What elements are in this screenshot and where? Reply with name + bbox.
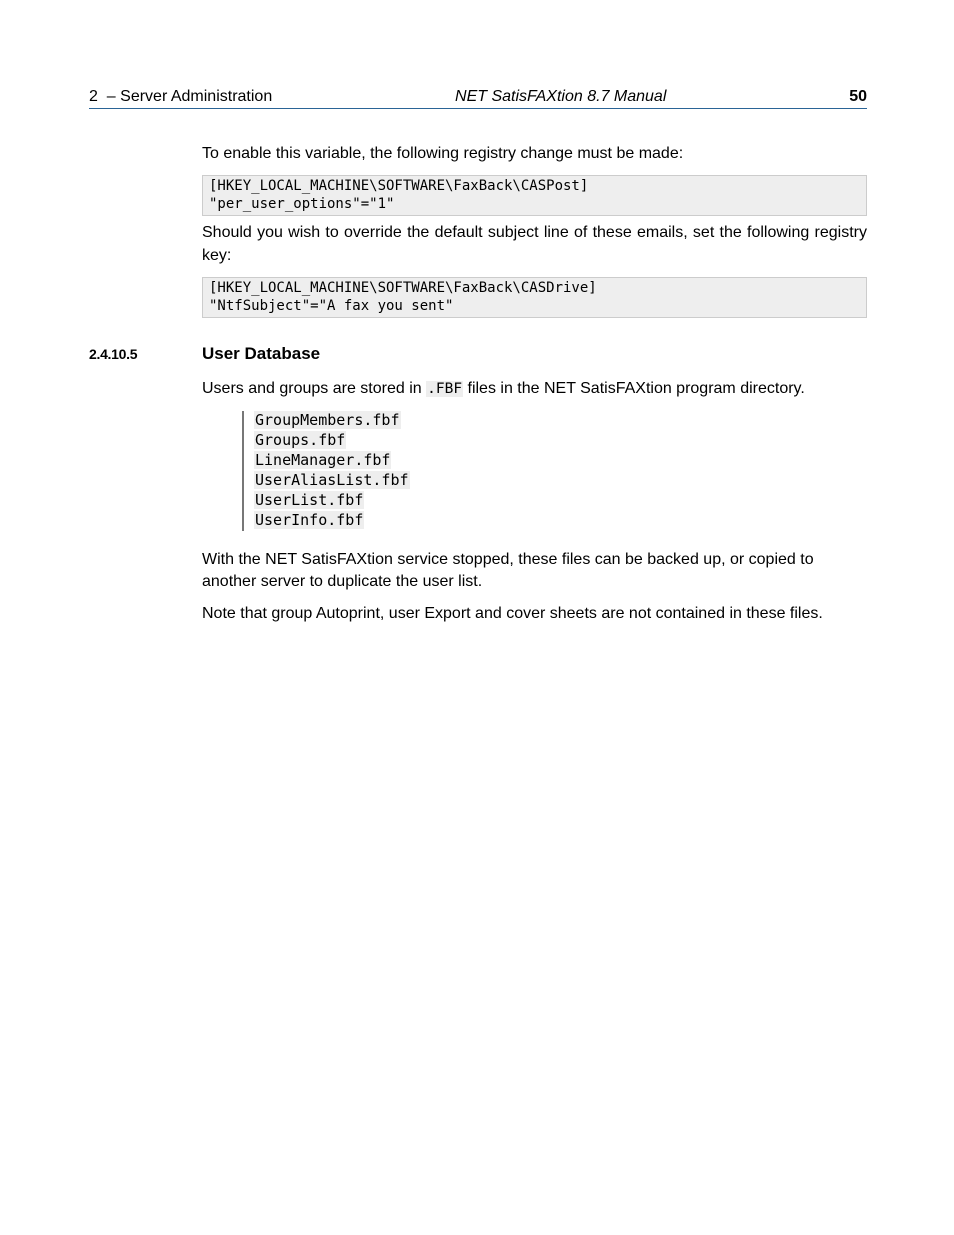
paragraph: Users and groups are stored in .FBF file… xyxy=(202,378,867,400)
filename: LineManager.fbf xyxy=(254,451,391,470)
page-header: 2 – Server Administration NET SatisFAXti… xyxy=(89,88,867,109)
filename: UserList.fbf xyxy=(254,491,364,510)
inline-code: .FBF xyxy=(426,381,463,397)
filename: GroupMembers.fbf xyxy=(254,411,401,430)
paragraph: Note that group Autoprint, user Export a… xyxy=(202,603,867,625)
file-list: GroupMembers.fbf Groups.fbf LineManager.… xyxy=(242,411,867,531)
list-item: UserList.fbf xyxy=(254,491,867,511)
text: Users and groups are stored in xyxy=(202,380,426,397)
text: files in the NET SatisFAXtion program di… xyxy=(463,380,805,397)
list-item: GroupMembers.fbf xyxy=(254,411,867,431)
registry-code-block: [HKEY_LOCAL_MACHINE\SOFTWARE\FaxBack\CAS… xyxy=(202,277,867,318)
registry-code-block: [HKEY_LOCAL_MACHINE\SOFTWARE\FaxBack\CAS… xyxy=(202,175,867,216)
filename: Groups.fbf xyxy=(254,431,346,450)
filename: UserAliasList.fbf xyxy=(254,471,410,490)
header-page-number: 50 xyxy=(849,88,867,106)
list-item: LineManager.fbf xyxy=(254,451,867,471)
content: To enable this variable, the following r… xyxy=(89,109,867,318)
page: 2 – Server Administration NET SatisFAXti… xyxy=(89,88,867,636)
paragraph: Should you wish to override the default … xyxy=(202,222,867,267)
list-item: UserAliasList.fbf xyxy=(254,471,867,491)
list-item: Groups.fbf xyxy=(254,431,867,451)
list-item: UserInfo.fbf xyxy=(254,511,867,531)
filename: UserInfo.fbf xyxy=(254,511,364,530)
paragraph: With the NET SatisFAXtion service stoppe… xyxy=(202,549,867,594)
section-heading: 2.4.10.5 User Database xyxy=(89,344,867,364)
content: Users and groups are stored in .FBF file… xyxy=(89,378,867,626)
header-chapter: 2 – Server Administration xyxy=(89,88,272,106)
paragraph: To enable this variable, the following r… xyxy=(202,143,867,165)
section-number: 2.4.10.5 xyxy=(89,346,202,362)
section-title: User Database xyxy=(202,344,320,364)
header-title: NET SatisFAXtion 8.7 Manual xyxy=(272,88,849,106)
